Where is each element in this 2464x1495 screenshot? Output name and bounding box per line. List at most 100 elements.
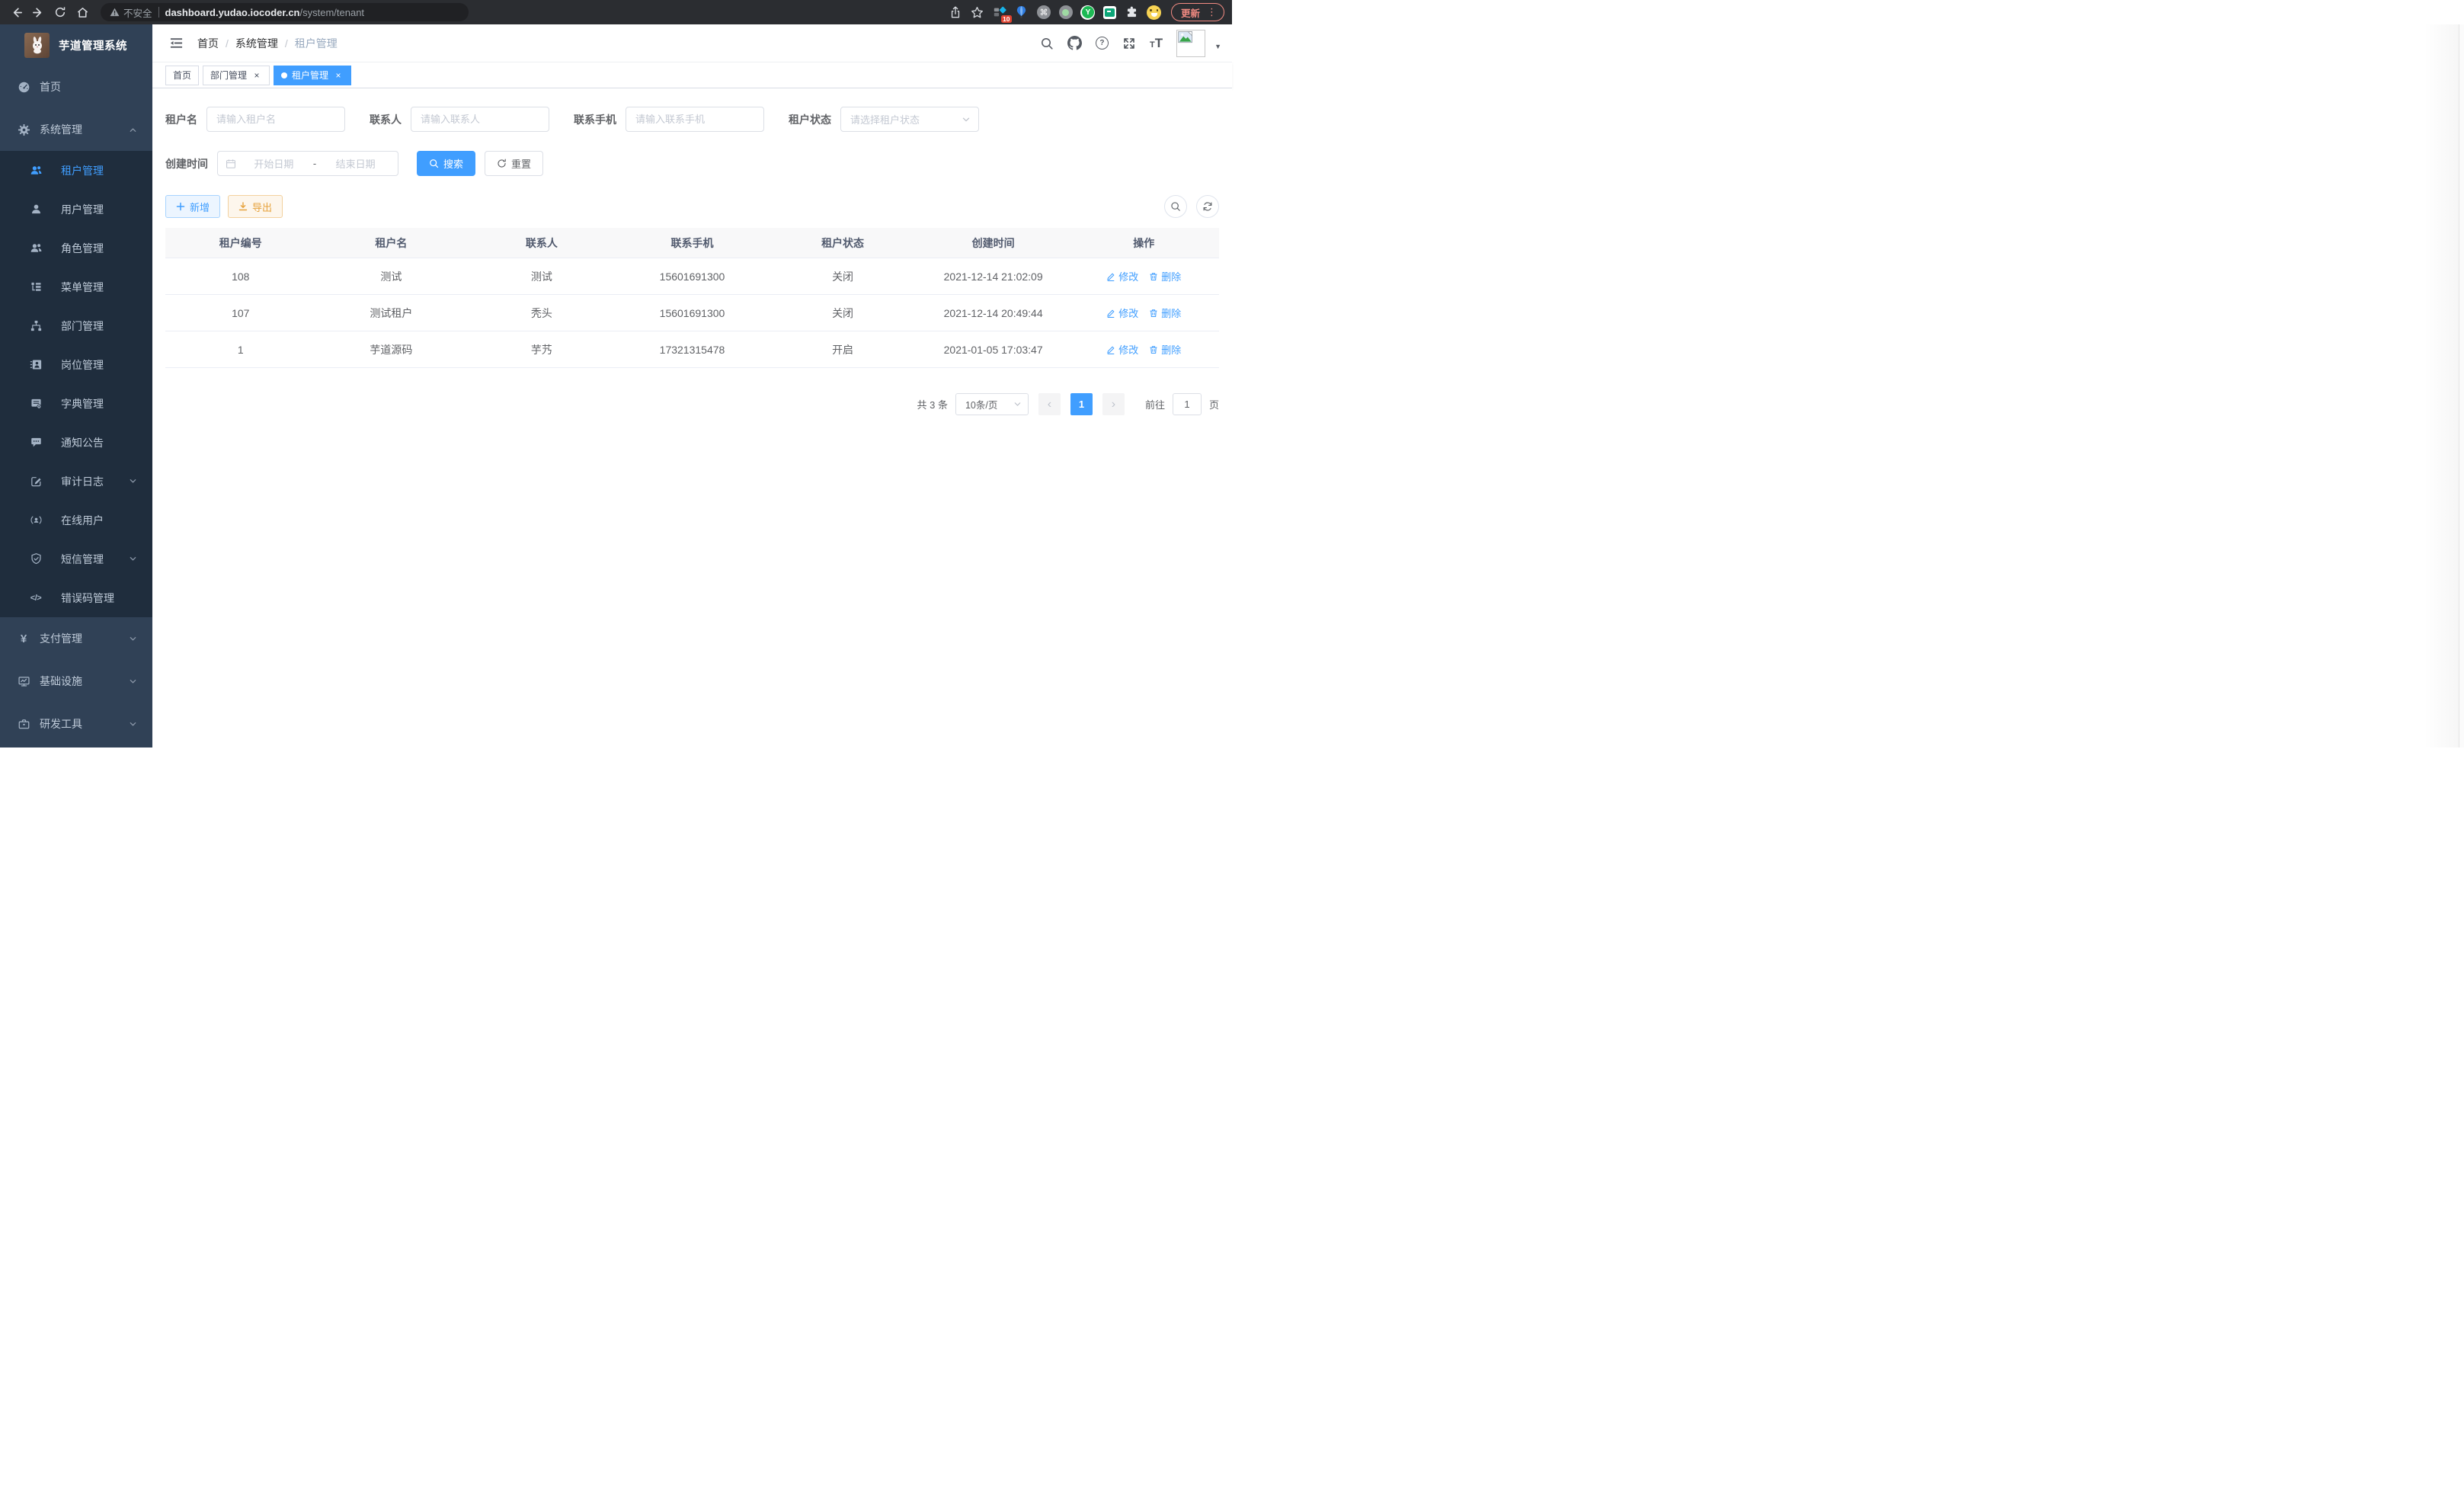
kite-extension-icon[interactable]: [1013, 4, 1030, 21]
sidebar-item-role[interactable]: 角色管理: [0, 229, 152, 267]
sidebar-item-devtools[interactable]: 研发工具: [0, 703, 152, 745]
browser-reload-icon[interactable]: [52, 4, 69, 21]
tag-home[interactable]: 首页: [165, 66, 199, 85]
reset-button[interactable]: 重置: [485, 151, 543, 176]
edit-link[interactable]: 修改: [1106, 342, 1138, 357]
prev-page-button[interactable]: ‹: [1038, 393, 1061, 415]
sidebar-item-menu[interactable]: 菜单管理: [0, 267, 152, 306]
tenant-name-input[interactable]: [206, 107, 345, 132]
delete-link[interactable]: 删除: [1149, 342, 1181, 357]
puzzle-extensions-icon[interactable]: [1124, 4, 1141, 21]
sidebar-item-dict[interactable]: 字典管理: [0, 384, 152, 423]
sidebar-item-home[interactable]: 首页: [0, 66, 152, 108]
toolbox-icon: [17, 718, 30, 731]
export-button[interactable]: 导出: [228, 195, 283, 218]
sidebar-item-pay[interactable]: ¥ 支付管理: [0, 617, 152, 660]
sidebar-item-audit-log[interactable]: 审计日志: [0, 462, 152, 501]
page-size-select[interactable]: 10条/页: [955, 393, 1029, 415]
trash-icon: [1149, 345, 1158, 354]
cell-status: 关闭: [767, 306, 918, 321]
next-page-button[interactable]: ›: [1102, 393, 1125, 415]
edit-link[interactable]: 修改: [1106, 269, 1138, 283]
date-end-placeholder: 结束日期: [321, 156, 390, 171]
close-icon[interactable]: ×: [333, 70, 344, 81]
contact-input[interactable]: [411, 107, 549, 132]
y-extension-icon[interactable]: Y: [1080, 4, 1096, 21]
refresh-table-button[interactable]: [1196, 195, 1219, 218]
command-extension-icon[interactable]: ⌘: [1035, 4, 1052, 21]
close-icon[interactable]: ×: [251, 70, 262, 81]
sidebar-item-label: 菜单管理: [61, 280, 104, 295]
sidebar-item-label: 系统管理: [40, 122, 82, 137]
breadcrumb-system[interactable]: 系统管理: [235, 36, 278, 51]
sidebar-item-notice[interactable]: 通知公告: [0, 423, 152, 462]
emoji-extension-icon[interactable]: [1146, 4, 1163, 21]
sidebar-item-sms[interactable]: 短信管理: [0, 539, 152, 578]
column-header: 租户编号: [165, 235, 316, 251]
add-button[interactable]: 新增: [165, 195, 220, 218]
app-logo[interactable]: 芋道管理系统: [0, 24, 152, 66]
font-size-icon[interactable]: TT: [1150, 36, 1163, 51]
column-header: 联系手机: [617, 235, 768, 251]
status-select[interactable]: 请选择租户状态: [840, 107, 979, 132]
delete-link[interactable]: 删除: [1149, 269, 1181, 283]
delete-link[interactable]: 删除: [1149, 306, 1181, 320]
filter-tenant-name: 租户名: [165, 107, 345, 132]
edit-link[interactable]: 修改: [1106, 306, 1138, 320]
current-page-button[interactable]: 1: [1070, 393, 1093, 415]
sidebar-toggle-icon[interactable]: [166, 33, 187, 53]
sidebar-item-label: 在线用户: [61, 513, 104, 528]
extension-tabs-icon[interactable]: 10: [991, 4, 1008, 21]
date-range-picker[interactable]: 开始日期 - 结束日期: [217, 151, 398, 176]
mobile-input[interactable]: [626, 107, 764, 132]
avatar[interactable]: [1176, 30, 1205, 57]
sidebar-item-system[interactable]: 系统管理: [0, 108, 152, 151]
page-content: 租户名 联系人 联系手机 租户状态 请选择租户状态: [152, 88, 1232, 748]
sidebar-item-label: 角色管理: [61, 241, 104, 256]
download-icon: [238, 202, 248, 211]
chevron-down-icon: [129, 720, 137, 728]
goto-page-input[interactable]: [1173, 393, 1202, 415]
table-row: 107 测试租户 秃头 15601691300 关闭 2021-12-14 20…: [165, 295, 1219, 331]
browser-update-button[interactable]: 更新 ⋮: [1171, 3, 1224, 21]
sidebar-item-label: 基础设施: [40, 674, 82, 689]
dictionary-icon: [29, 397, 43, 410]
bookmark-star-icon[interactable]: [969, 4, 986, 21]
browser-back-icon[interactable]: [8, 4, 24, 21]
tag-tenant-active[interactable]: 租户管理 ×: [274, 66, 351, 85]
scrollbar-gutter[interactable]: [2459, 24, 2464, 748]
sidebar-item-dept[interactable]: 部门管理: [0, 306, 152, 345]
fullscreen-icon[interactable]: [1122, 37, 1136, 50]
sidebar-item-error-code[interactable]: </> 错误码管理: [0, 578, 152, 617]
column-header: 操作: [1068, 235, 1219, 251]
broken-image-icon: [1178, 31, 1193, 43]
search-button[interactable]: 搜索: [417, 151, 475, 176]
chat-extension-icon[interactable]: [1102, 4, 1118, 21]
date-start-placeholder: 开始日期: [239, 156, 309, 171]
tag-dept[interactable]: 部门管理 ×: [203, 66, 270, 85]
sidebar-item-infra[interactable]: 基础设施: [0, 660, 152, 703]
browser-menu-icon[interactable]: ⋮: [1207, 6, 1217, 18]
org-chart-icon: [29, 319, 43, 332]
address-bar[interactable]: 不安全 dashboard.yudao.iocoder.cn/system/te…: [101, 3, 469, 21]
sidebar-item-post[interactable]: 岗位管理: [0, 345, 152, 384]
sidebar-item-online-users[interactable]: 在线用户: [0, 501, 152, 539]
cell-tenant-name: 测试租户: [316, 306, 467, 321]
sidebar-item-label: 短信管理: [61, 552, 104, 567]
header-search-icon[interactable]: [1040, 37, 1054, 50]
filter-row-1: 租户名 联系人 联系手机 租户状态 请选择租户状态: [165, 107, 1219, 132]
show-search-toggle-button[interactable]: [1164, 195, 1187, 218]
screen-record-extension-icon[interactable]: [1058, 4, 1074, 21]
sidebar-item-user[interactable]: 用户管理: [0, 190, 152, 229]
share-icon[interactable]: [947, 4, 964, 21]
breadcrumb-home[interactable]: 首页: [197, 36, 219, 51]
browser-home-icon[interactable]: [74, 4, 91, 21]
help-icon[interactable]: ?: [1096, 37, 1109, 50]
sidebar-item-tenant[interactable]: 租户管理: [0, 151, 152, 190]
security-warning-chip[interactable]: 不安全: [110, 5, 152, 20]
browser-forward-icon[interactable]: [30, 4, 46, 21]
edit-pencil-icon: [1106, 309, 1115, 318]
command-glyph: ⌘: [1039, 8, 1048, 18]
github-icon[interactable]: [1067, 36, 1082, 50]
avatar-caret-icon[interactable]: ▼: [1214, 43, 1221, 50]
